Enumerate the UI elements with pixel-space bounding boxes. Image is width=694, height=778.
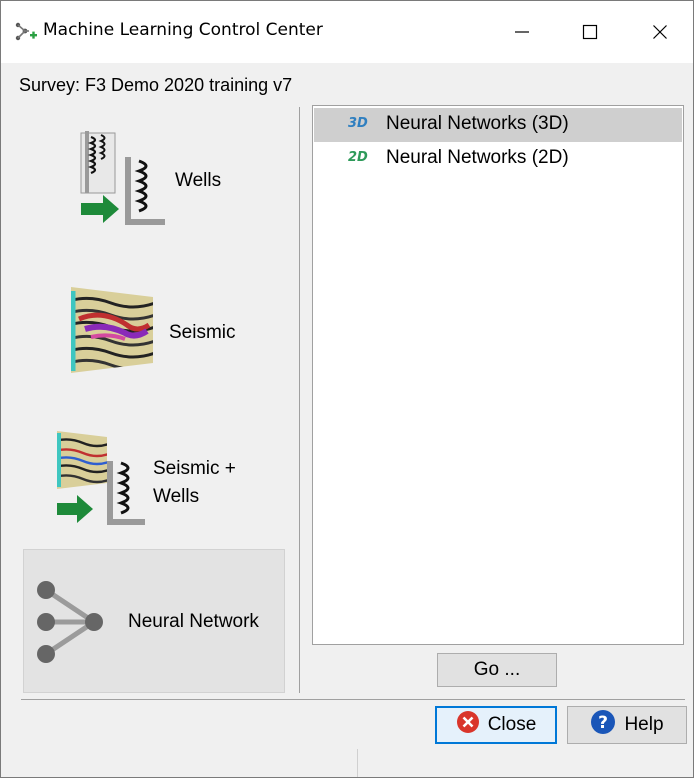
tool-neural-network[interactable]: Neural Network [23,549,285,693]
list-item[interactable]: 3D Neural Networks (3D) [314,108,682,142]
maximize-button[interactable] [557,1,623,63]
help-icon: ? [590,709,616,741]
tool-panel: Wells Seismic Seismic + Wells Neural Net… [19,107,287,693]
close-circle-icon [456,710,480,740]
help-button[interactable]: ? Help [567,706,687,744]
list-item-label: Neural Networks (2D) [386,147,569,168]
window-title: Machine Learning Control Center [43,20,323,40]
wells-icon [77,129,169,232]
status-bar-divider [357,749,358,777]
tool-seismic-wells[interactable]: Seismic + Wells [19,407,287,537]
maximize-icon [582,24,598,40]
list-item[interactable]: 2D Neural Networks (2D) [314,142,682,176]
go-button[interactable]: Go ... [437,653,557,687]
minimize-button[interactable] [489,1,555,63]
close-button-label: Close [487,714,537,735]
svg-text:?: ? [599,713,609,733]
seismic-wells-icon [55,427,147,532]
tool-wells-label: Wells [175,170,222,191]
tool-seismic-label: Seismic [169,322,236,343]
ml-control-center-window: Machine Learning Control Center Survey: … [0,0,694,778]
tool-seismic[interactable]: Seismic [19,257,287,397]
help-button-label: Help [624,714,664,735]
2d-badge-icon: 2D [348,150,368,165]
tool-seismic-wells-label-line1: Seismic + [153,458,236,479]
bottom-divider [21,699,685,700]
method-list[interactable]: 3D Neural Networks (3D) 2D Neural Networ… [312,105,684,645]
minimize-icon [514,24,530,40]
survey-label: Survey: F3 Demo 2020 training v7 [19,75,293,95]
3d-badge-icon: 3D [348,116,368,131]
list-item-label: Neural Networks (3D) [386,113,569,134]
network-plus-icon [15,21,37,43]
title-bar: Machine Learning Control Center [1,1,693,63]
tool-seismic-wells-label-line2: Wells [153,486,200,507]
seismic-icon [69,281,155,382]
neural-network-icon [36,580,106,671]
close-button[interactable]: Close [435,706,557,744]
close-icon [652,24,668,40]
tool-neural-network-label: Neural Network [128,611,259,632]
tool-wells[interactable]: Wells [19,107,287,247]
panel-divider [299,107,300,693]
tool-seismic-wells-label: Seismic + Wells [153,455,236,511]
close-window-button[interactable] [627,1,693,63]
